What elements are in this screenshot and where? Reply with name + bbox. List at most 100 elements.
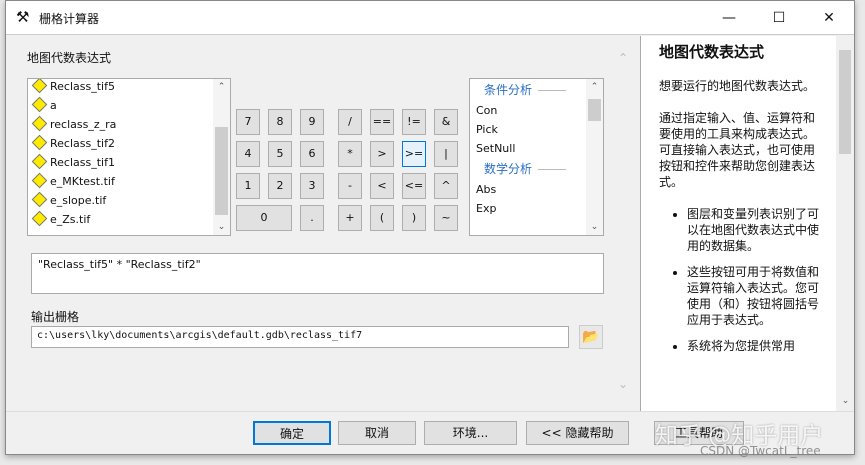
help-panel: 地图代数表达式 想要运行的地图代数表达式。 通过指定输入、值、运算符和要使用的工… bbox=[640, 36, 836, 411]
raster-layer-icon bbox=[31, 153, 48, 170]
main-scroll-up-icon[interactable]: ⌃ bbox=[618, 51, 628, 65]
environments-button[interactable]: 环境... bbox=[424, 421, 517, 445]
key-button[interactable]: 4 bbox=[236, 141, 260, 167]
key-button[interactable]: 5 bbox=[268, 141, 292, 167]
layer-name: e_slope.tif bbox=[50, 194, 107, 207]
layer-item[interactable]: e_Zs.tif bbox=[28, 210, 230, 229]
raster-layer-icon bbox=[31, 191, 48, 208]
key-button[interactable]: 9 bbox=[300, 109, 324, 135]
function-item[interactable]: Exp bbox=[470, 199, 603, 218]
ok-button[interactable]: 确定 bbox=[253, 421, 331, 445]
layer-item[interactable]: a bbox=[28, 96, 230, 115]
key-button[interactable]: 7 bbox=[236, 109, 260, 135]
raster-calculator-dialog: ⚒ 栅格计算器 — ☐ ✕ 地图代数表达式 Reclass_tif5a recla… bbox=[5, 0, 855, 455]
layer-name: e_MKtest.tif bbox=[50, 175, 115, 188]
layer-item[interactable]: reclass_z_ra bbox=[28, 115, 230, 134]
hammer-icon: ⚒ bbox=[16, 8, 30, 26]
cancel-button[interactable]: 取消 bbox=[338, 421, 416, 445]
layer-item[interactable]: Reclass_tif1 bbox=[28, 153, 230, 172]
window-title: 栅格计算器 bbox=[39, 12, 100, 26]
function-item[interactable]: SetNull bbox=[470, 139, 603, 158]
key-button[interactable]: ( bbox=[370, 205, 394, 231]
function-item[interactable]: Pick bbox=[470, 120, 603, 139]
raster-layer-icon bbox=[31, 134, 48, 151]
raster-layer-icon bbox=[31, 115, 48, 132]
category-label: 条件分析 bbox=[484, 83, 533, 97]
layer-item[interactable]: e_slope.tif bbox=[28, 191, 230, 210]
minimize-button[interactable]: — bbox=[706, 5, 752, 31]
key-button[interactable]: > bbox=[370, 141, 394, 167]
layer-item[interactable]: Reclass_tif5 bbox=[28, 79, 230, 96]
layer-name: reclass_z_ra bbox=[50, 118, 117, 131]
category-label: 数学分析 bbox=[484, 162, 533, 176]
key-button[interactable]: ) bbox=[402, 205, 426, 231]
raster-layer-icon bbox=[31, 96, 48, 113]
scroll-down-icon[interactable]: ⌄ bbox=[213, 222, 230, 232]
key-button[interactable]: / bbox=[338, 109, 362, 135]
browse-folder-button[interactable]: 📂 bbox=[579, 325, 603, 349]
output-raster-input[interactable]: c:\users\lky\documents\arcgis\default.gd… bbox=[31, 326, 569, 348]
scroll-down-icon[interactable]: ⌄ bbox=[586, 222, 603, 232]
layer-name: Reclass_tif1 bbox=[50, 156, 115, 169]
scroll-thumb[interactable] bbox=[588, 99, 601, 121]
scroll-thumb[interactable] bbox=[215, 127, 228, 215]
key-button[interactable]: <= bbox=[402, 173, 426, 199]
layer-name: a bbox=[50, 99, 57, 112]
key-button[interactable]: & bbox=[434, 109, 458, 135]
layer-item[interactable]: e_MKtest.tif bbox=[28, 172, 230, 191]
expression-label: 地图代数表达式 bbox=[27, 51, 112, 65]
raster-layer-icon bbox=[31, 172, 48, 189]
layer-item[interactable]: Reclass_tif2 bbox=[28, 134, 230, 153]
category-math: 数学分析 bbox=[470, 158, 603, 180]
maximize-button[interactable]: ☐ bbox=[756, 5, 802, 31]
key-button[interactable]: 2 bbox=[268, 173, 292, 199]
expression-text: "Reclass_tif5" * "Reclass_tif2" bbox=[38, 258, 201, 271]
title-bar: ⚒ 栅格计算器 — ☐ ✕ bbox=[6, 1, 854, 35]
scroll-up-icon[interactable]: ⌃ bbox=[213, 82, 230, 92]
key-button[interactable]: 8 bbox=[268, 109, 292, 135]
layer-name: Reclass_tif5 bbox=[50, 80, 115, 93]
output-raster-value: c:\users\lky\documents\arcgis\default.gd… bbox=[37, 330, 363, 341]
help-scrollbar[interactable]: ⌄ bbox=[836, 36, 854, 411]
help-bullet: 这些按钮可用于将数值和运算符输入表达式。您可使用（和）按钮将圆括号应用于表达式。 bbox=[687, 264, 820, 328]
key-button[interactable]: ^ bbox=[434, 173, 458, 199]
watermark-csdn: CSDN @TwcatL_tree bbox=[700, 444, 821, 458]
function-list[interactable]: 条件分析 Con Pick SetNull 数学分析 Abs Exp ⌃ ⌄ bbox=[469, 78, 604, 236]
open-folder-icon: 📂 bbox=[582, 329, 600, 345]
key-button[interactable]: != bbox=[402, 109, 426, 135]
expression-input[interactable]: "Reclass_tif5" * "Reclass_tif2" bbox=[31, 253, 604, 294]
scroll-thumb[interactable] bbox=[839, 50, 851, 154]
key-button[interactable]: < bbox=[370, 173, 394, 199]
function-item[interactable]: Con bbox=[470, 101, 603, 120]
layer-list[interactable]: Reclass_tif5a reclass_z_ra Reclass_tif2 Rec… bbox=[27, 78, 231, 236]
function-item[interactable]: Abs bbox=[470, 180, 603, 199]
scroll-down-icon[interactable]: ⌄ bbox=[837, 396, 854, 406]
category-conditional: 条件分析 bbox=[470, 79, 603, 101]
scroll-up-icon[interactable]: ⌃ bbox=[586, 82, 603, 92]
help-title: 地图代数表达式 bbox=[659, 43, 765, 61]
help-bullet: 图层和变量列表识别了可以在地图代数表达式中使用的数据集。 bbox=[687, 206, 820, 254]
layer-name: e_Zs.tif bbox=[50, 213, 91, 226]
main-scroll-down-icon[interactable]: ⌄ bbox=[618, 377, 628, 391]
close-button[interactable]: ✕ bbox=[806, 5, 852, 31]
help-bullet: 系统将为您提供常用 bbox=[687, 338, 820, 354]
raster-layer-icon bbox=[31, 210, 48, 227]
key-button[interactable]: - bbox=[338, 173, 362, 199]
key-button[interactable]: + bbox=[338, 205, 362, 231]
key-button[interactable]: >= bbox=[402, 141, 426, 167]
key-button[interactable]: . bbox=[300, 205, 324, 231]
help-paragraph: 通过指定输入、值、运算符和要使用的工具来构成表达式。可直接输入表达式，也可使用按… bbox=[659, 111, 816, 189]
layer-list-scrollbar[interactable]: ⌃ ⌄ bbox=[213, 79, 230, 235]
key-button[interactable]: 3 bbox=[300, 173, 324, 199]
key-button[interactable]: ~ bbox=[434, 205, 458, 231]
key-button[interactable]: 0 bbox=[236, 205, 292, 231]
function-list-scrollbar[interactable]: ⌃ ⌄ bbox=[586, 79, 603, 235]
hide-help-button[interactable]: << 隐藏帮助 bbox=[526, 421, 629, 445]
key-button[interactable]: 1 bbox=[236, 173, 260, 199]
key-button[interactable]: | bbox=[434, 141, 458, 167]
output-raster-label: 输出栅格 bbox=[31, 310, 80, 324]
key-button[interactable]: * bbox=[338, 141, 362, 167]
key-button[interactable]: == bbox=[370, 109, 394, 135]
key-button[interactable]: 6 bbox=[300, 141, 324, 167]
raster-layer-icon bbox=[31, 79, 48, 94]
